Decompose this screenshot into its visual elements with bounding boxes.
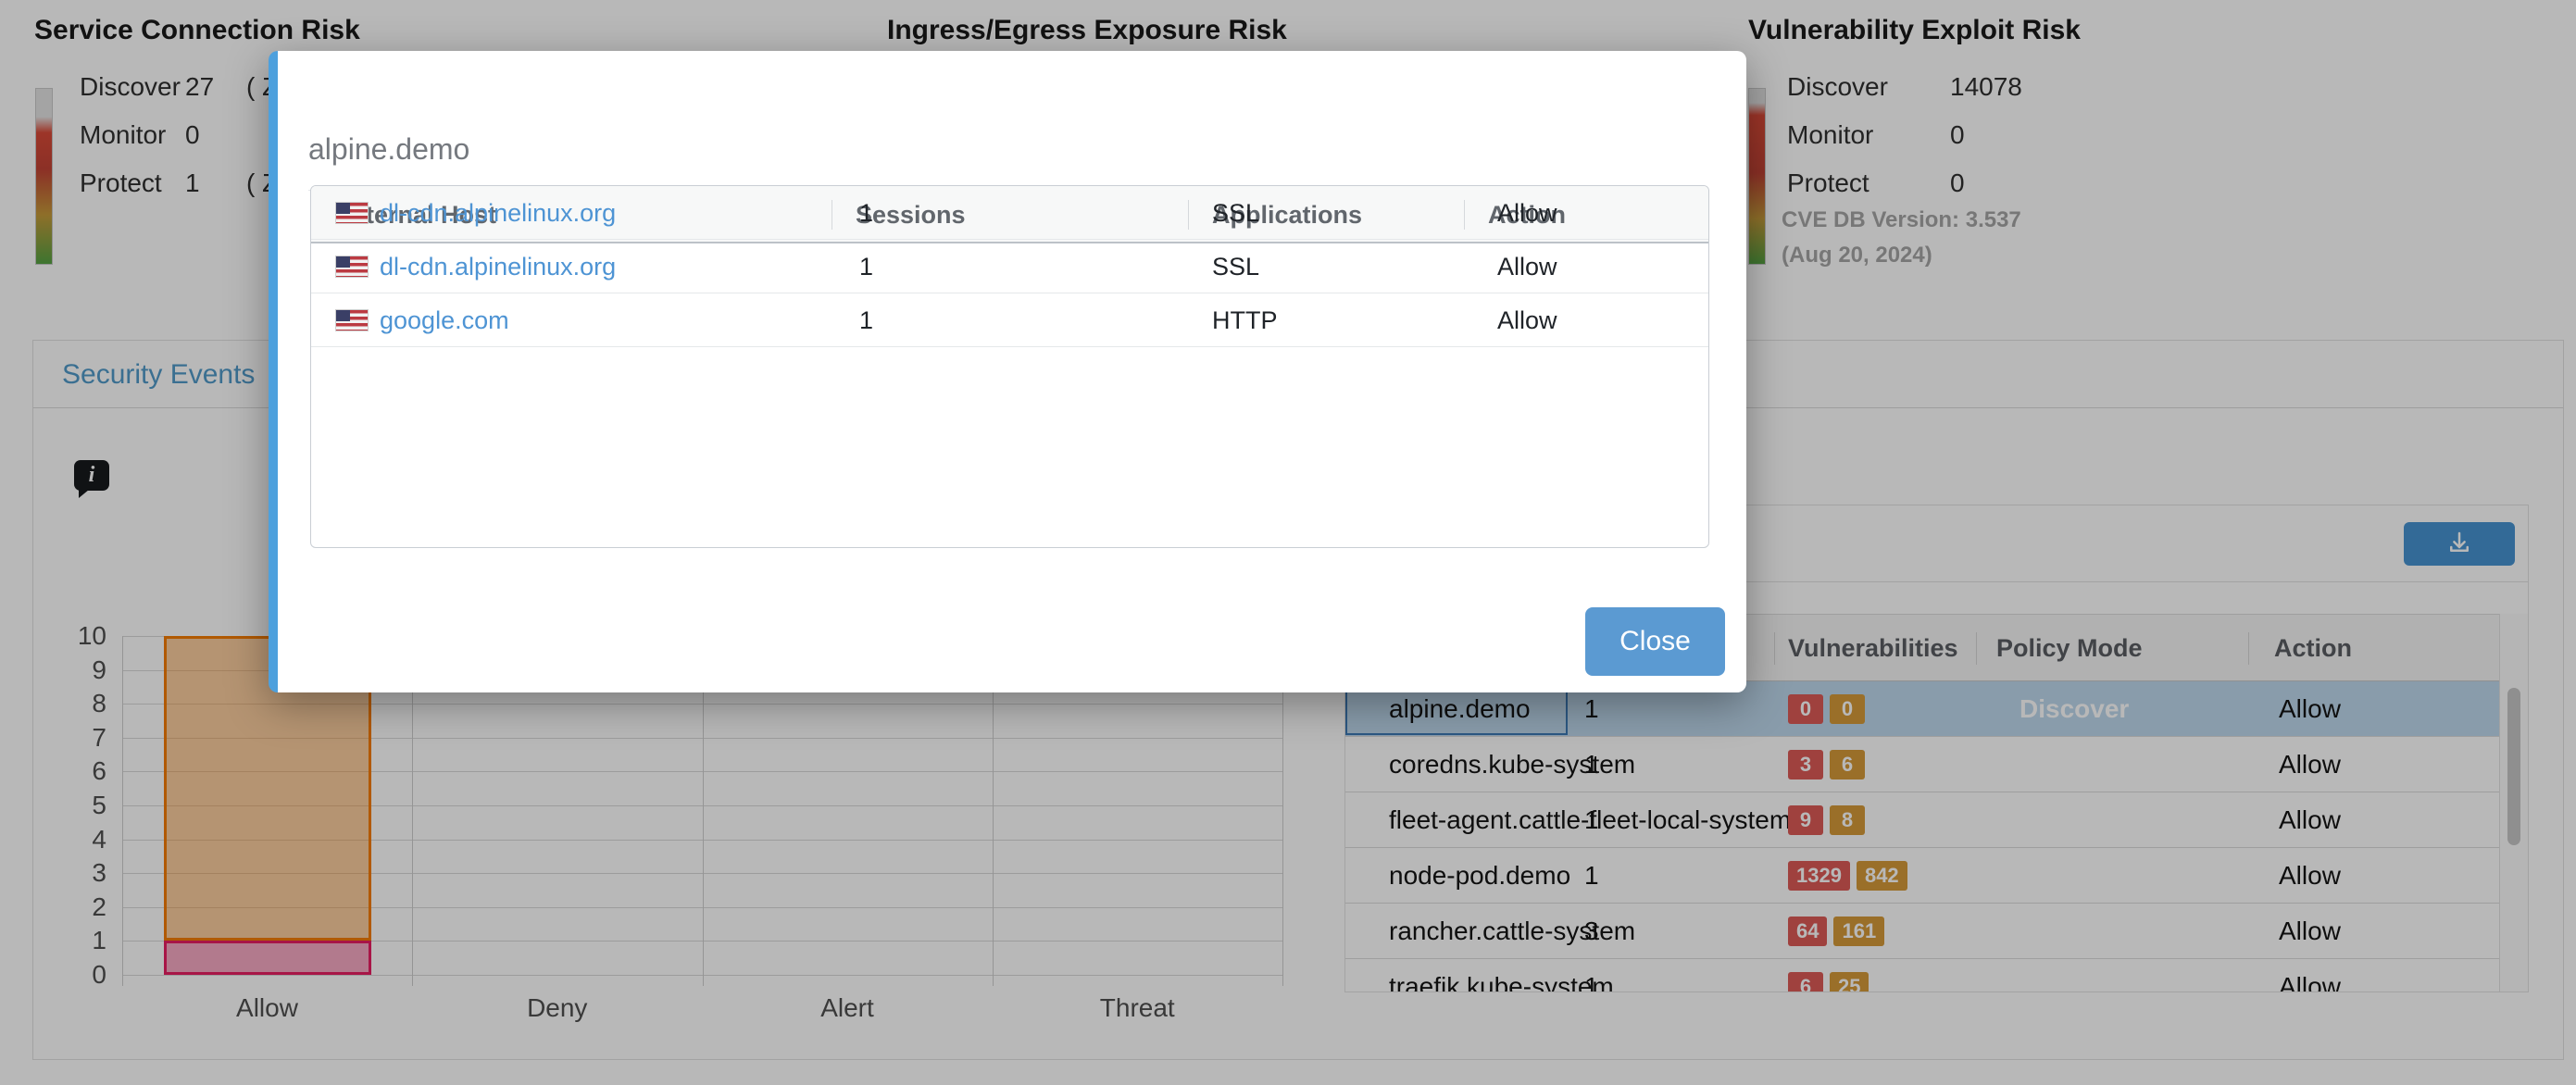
external-host-link[interactable]: dl-cdn.alpinelinux.org	[380, 186, 616, 240]
applications-value: SSL	[1212, 240, 1259, 293]
external-host-row: dl-cdn.alpinelinux.org 1 SSL Allow	[311, 186, 1708, 240]
us-flag-icon	[335, 309, 369, 331]
external-host-cell: dl-cdn.alpinelinux.org	[335, 186, 616, 240]
external-host-cell: dl-cdn.alpinelinux.org	[335, 240, 616, 293]
external-host-table-body: dl-cdn.alpinelinux.org 1 SSL Allow dl-cd…	[311, 186, 1708, 347]
external-host-link[interactable]: google.com	[380, 293, 509, 347]
close-button[interactable]: Close	[1585, 607, 1725, 676]
sessions-value: 1	[859, 240, 873, 293]
external-host-row: google.com 1 HTTP Allow	[311, 293, 1708, 347]
external-host-modal: alpine.demo External Host Sessions Appli…	[269, 51, 1746, 692]
applications-value: HTTP	[1212, 293, 1278, 347]
external-host-cell: google.com	[335, 293, 509, 347]
action-value: Allow	[1497, 240, 1557, 293]
modal-title: alpine.demo	[308, 132, 469, 167]
applications-value: SSL	[1212, 186, 1259, 240]
action-value: Allow	[1497, 293, 1557, 347]
us-flag-icon	[335, 202, 369, 224]
sessions-value: 1	[859, 186, 873, 240]
external-host-link[interactable]: dl-cdn.alpinelinux.org	[380, 240, 616, 293]
external-host-table: External Host Sessions Applications Acti…	[310, 185, 1709, 548]
external-host-row: dl-cdn.alpinelinux.org 1 SSL Allow	[311, 240, 1708, 293]
action-value: Allow	[1497, 186, 1557, 240]
sessions-value: 1	[859, 293, 873, 347]
us-flag-icon	[335, 256, 369, 278]
